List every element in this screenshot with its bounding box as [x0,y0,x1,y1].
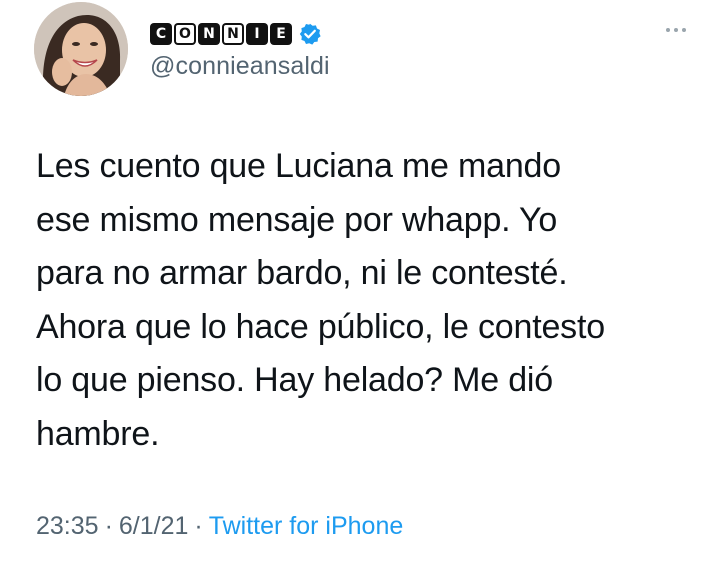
avatar[interactable] [34,2,128,96]
tweet-text-line: Les cuento que Luciana me mando [36,147,561,185]
tweet-text-line: Ahora que lo hace público, le contesto [36,307,605,346]
display-name-letter-6: E [270,23,292,45]
more-dot [682,28,686,32]
more-options-icon[interactable] [666,28,686,32]
tweet-text-line: ese mismo mensaje por whapp. Yo [36,200,558,239]
display-name-letter-1: C [150,23,172,45]
tweet-text: Les cuento que Luciana me mando ese mism… [36,140,696,461]
tweet-time[interactable]: 23:35 [36,512,99,541]
meta-separator: · [194,512,203,540]
tweet-card: C O N N I E @connieansaldi Les cuento qu… [0,0,720,570]
tweet-meta: 23:35 · 6/1/21 · Twitter for iPhone [36,512,403,541]
display-name-letter-3: N [198,23,220,45]
more-dot [674,28,678,32]
more-dot [666,28,670,32]
tweet-text-line: para no armar bardo, ni le contesté. [36,254,568,292]
display-name-letter-4: N [222,23,244,45]
display-name[interactable]: C O N N I E [150,21,321,47]
display-name-letter-2: O [174,23,196,45]
tweet-text-line: lo que pienso. Hay helado? Me dió [36,361,553,399]
user-handle[interactable]: @connieansaldi [150,52,330,81]
display-name-letter-5: I [246,23,268,45]
tweet-date[interactable]: 6/1/21 [119,512,189,541]
avatar-photo-icon [34,2,128,96]
tweet-source-link[interactable]: Twitter for iPhone [209,512,404,541]
tweet-text-line: hambre. [36,414,160,453]
meta-separator: · [104,512,113,540]
verified-badge-icon [299,23,321,45]
